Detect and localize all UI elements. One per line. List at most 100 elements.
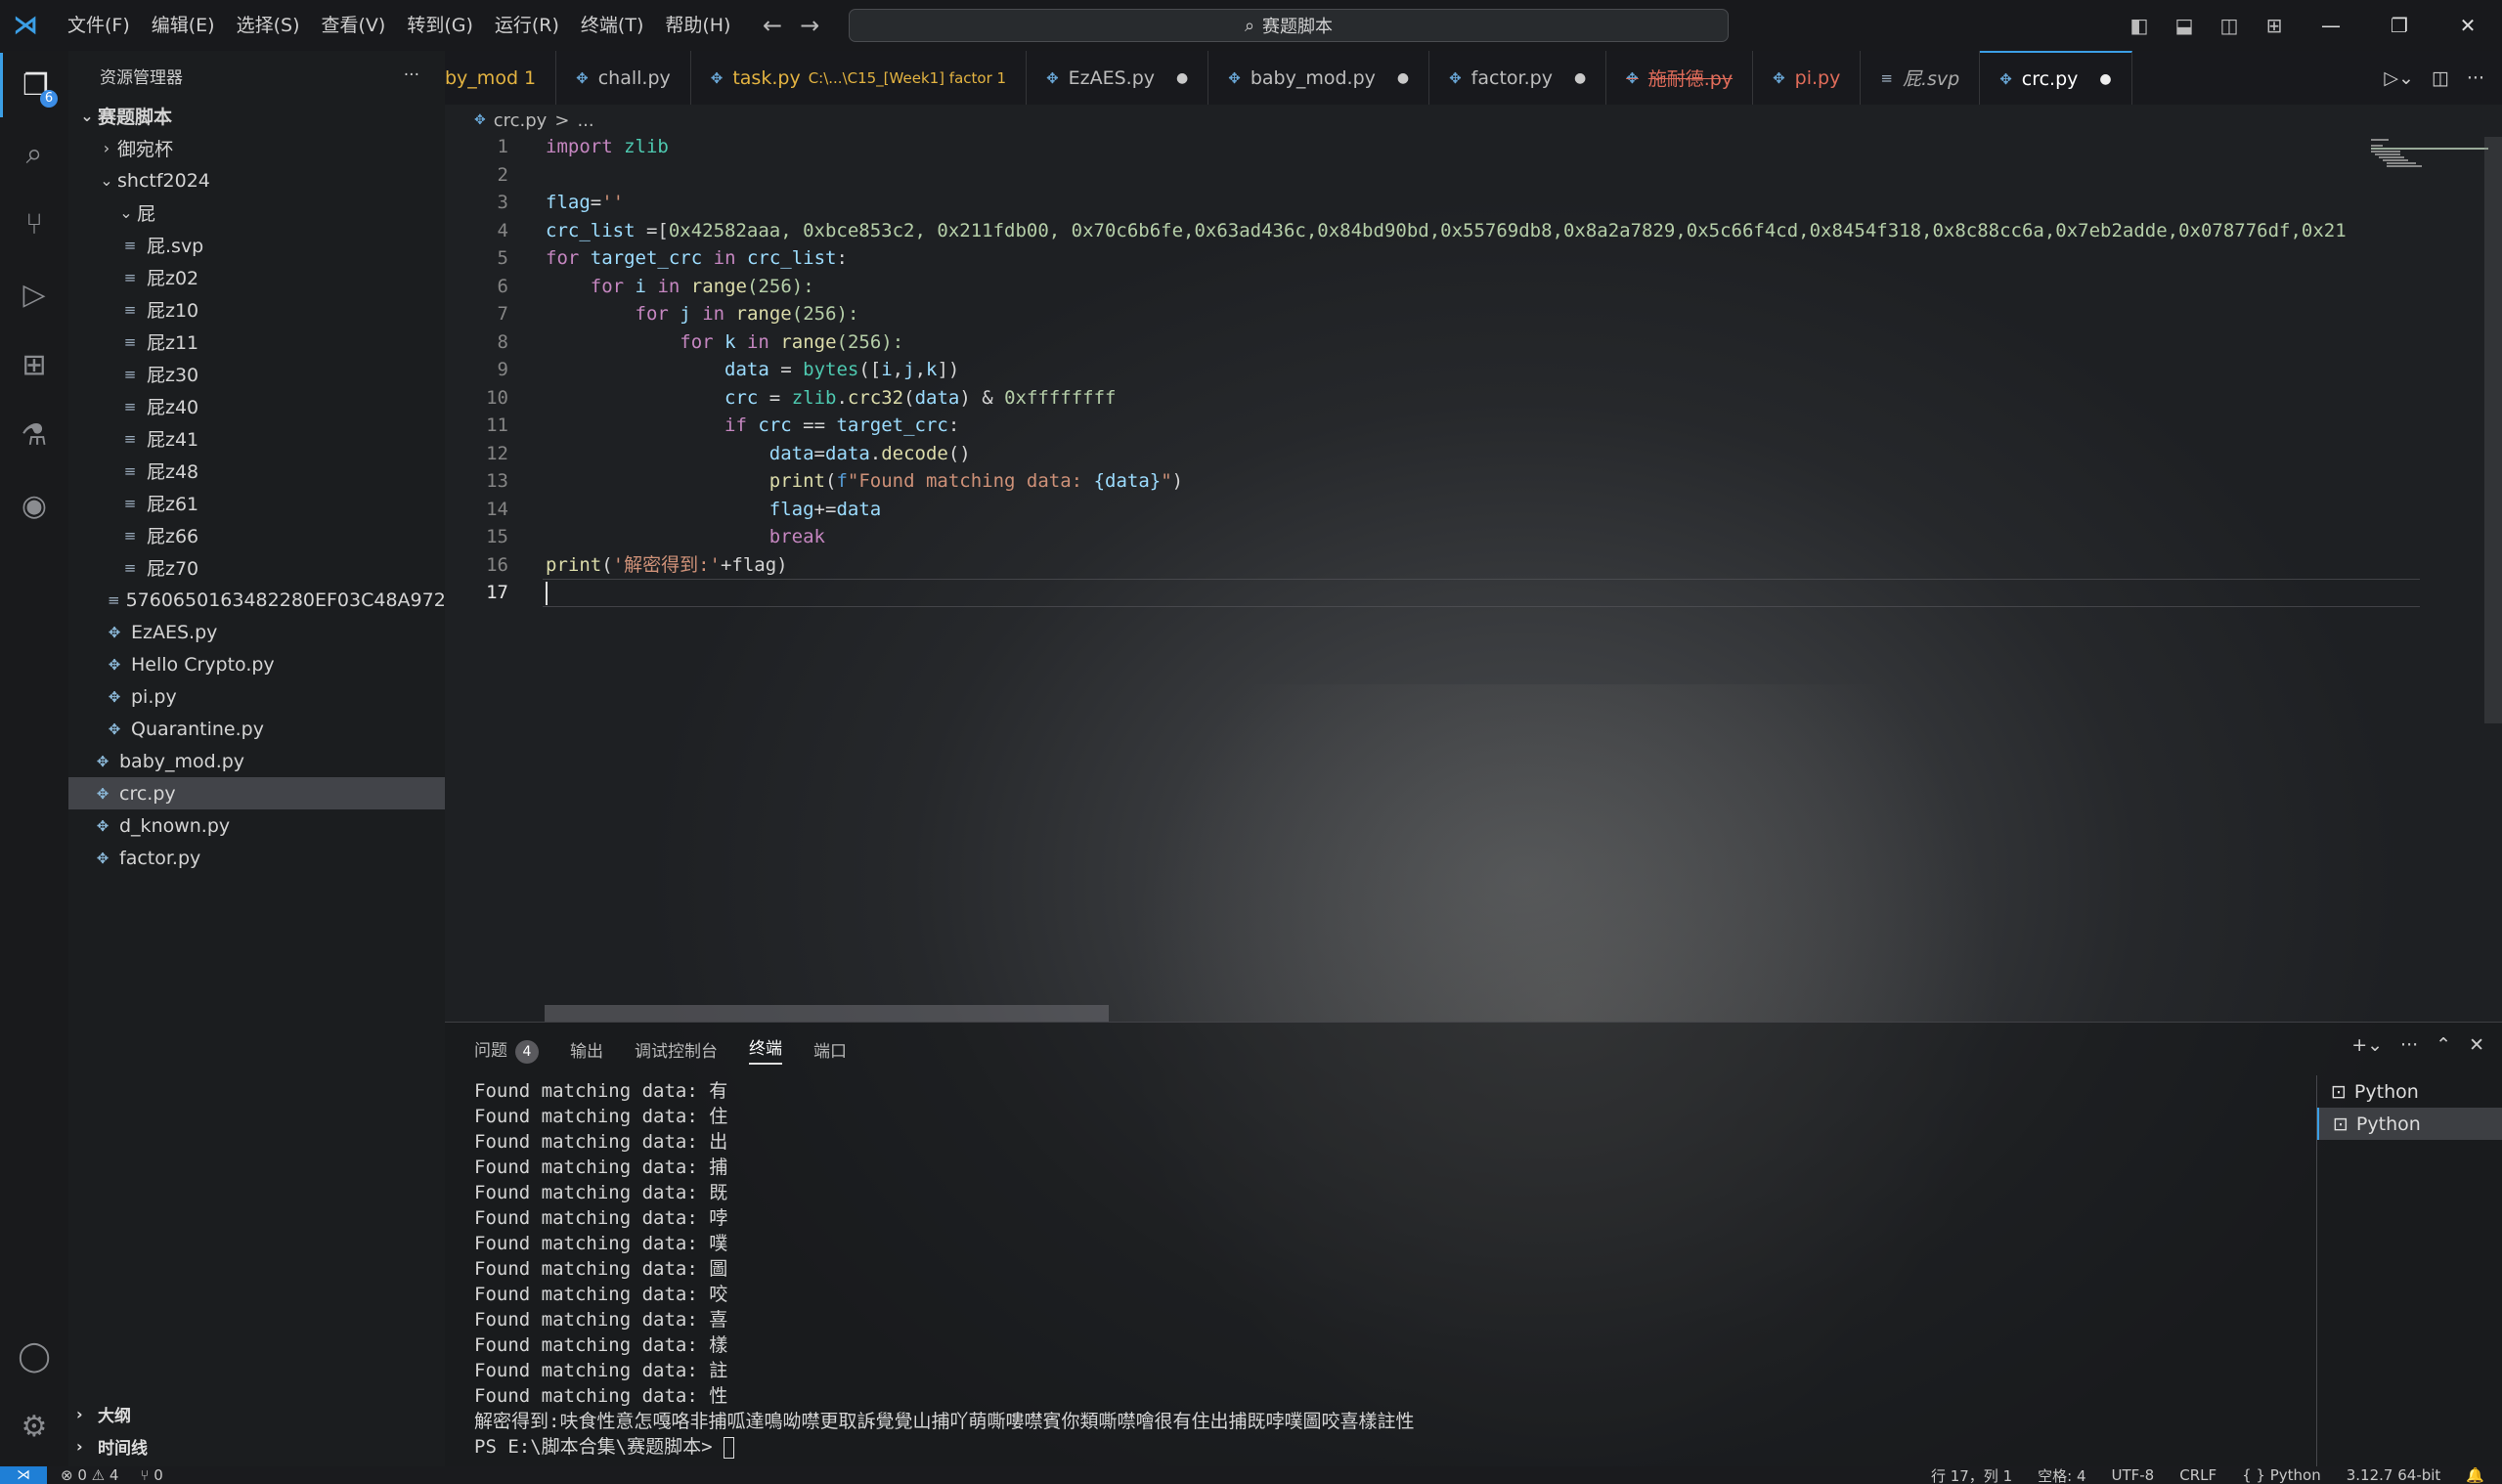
source-control-icon[interactable]: ⑂ <box>0 192 68 256</box>
file-item[interactable]: ✥ pi.py <box>68 680 445 713</box>
menu-terminal[interactable]: 终端(T) <box>570 0 654 51</box>
problems-status[interactable]: ⊗ 0 ⚠ 4 <box>61 1466 118 1484</box>
menu-selection[interactable]: 选择(S) <box>226 0 311 51</box>
menu-help[interactable]: 帮助(H) <box>654 0 741 51</box>
run-debug-icon[interactable]: ▷ <box>0 262 68 327</box>
tab-crc[interactable]: ✥ crc.py ● <box>1980 51 2132 105</box>
terminal-output[interactable]: Found matching data: 有 Found matching da… <box>474 1078 1414 1460</box>
end-of-line[interactable]: CRLF <box>2179 1466 2217 1484</box>
restore-icon[interactable]: ❐ <box>2365 14 2434 37</box>
file-item[interactable]: ✥ Quarantine.py <box>68 713 445 745</box>
text-file-icon: ≡ <box>123 268 137 286</box>
back-arrow-icon[interactable]: ← <box>763 12 782 39</box>
account-icon[interactable]: ◯ <box>0 1324 68 1388</box>
notifications-bell-icon[interactable]: 🔔 <box>2466 1466 2484 1484</box>
unsaved-dot-icon[interactable]: ● <box>1176 70 1188 86</box>
tab-task[interactable]: ✥ task.py C:\...\C15_[Week1] factor 1 <box>691 51 1028 105</box>
cursor-position[interactable]: 行 17，列 1 <box>1931 1465 2012 1484</box>
file-item[interactable]: ≡ 屁z48 <box>68 455 445 487</box>
indentation[interactable]: 空格: 4 <box>2038 1465 2085 1484</box>
file-item[interactable]: ≡ 屁z40 <box>68 390 445 422</box>
folder-root[interactable]: ⌄ 赛题脚本 <box>68 100 445 132</box>
unsaved-dot-icon[interactable]: ● <box>2099 71 2111 87</box>
close-window-icon[interactable]: ✕ <box>2434 14 2502 37</box>
minimize-icon[interactable]: — <box>2297 14 2365 37</box>
forward-arrow-icon[interactable]: → <box>800 12 819 39</box>
search-view-icon[interactable]: ⌕ <box>0 121 68 186</box>
breadcrumb-file[interactable]: crc.py <box>494 110 548 131</box>
file-item[interactable]: ≡ 屁z11 <box>68 326 445 358</box>
close-panel-icon[interactable]: ✕ <box>2469 1034 2484 1056</box>
file-item[interactable]: ≡ 屁.svp <box>68 229 445 261</box>
file-item[interactable]: ✥ d_known.py <box>68 809 445 842</box>
remote-indicator-icon[interactable]: ⋊ <box>0 1466 47 1484</box>
unsaved-dot-icon[interactable]: ● <box>1574 70 1586 86</box>
horizontal-scrollbar[interactable] <box>545 1005 1109 1022</box>
tab-chall[interactable]: ✥ chall.py <box>556 51 691 105</box>
more-actions-icon[interactable]: ··· <box>2400 1034 2418 1056</box>
vertical-scrollbar[interactable] <box>2484 137 2502 723</box>
file-item[interactable]: ≡ 屁z02 <box>68 261 445 293</box>
file-item-selected[interactable]: ✥ crc.py <box>68 777 445 809</box>
ports-status[interactable]: ⑂ 0 <box>140 1466 162 1484</box>
file-item[interactable]: ≡ 屁z10 <box>68 293 445 326</box>
menu-run[interactable]: 运行(R) <box>484 0 570 51</box>
tab-problems[interactable]: 问题 4 <box>474 1036 539 1064</box>
menu-view[interactable]: 查看(V) <box>311 0 397 51</box>
tab-ports[interactable]: 端口 <box>813 1037 847 1062</box>
tab-ezaes[interactable]: ✥ EzAES.py ● <box>1027 51 1209 105</box>
file-item[interactable]: ✥ Hello Crypto.py <box>68 648 445 680</box>
tab-factor[interactable]: ✥ factor.py ● <box>1429 51 1607 105</box>
file-item[interactable]: ≡ 屁z30 <box>68 358 445 390</box>
explorer-icon[interactable]: ❐ 6 <box>0 53 68 117</box>
tab-deleted-file[interactable]: ✥ 施耐德.py <box>1606 51 1754 105</box>
tab-terminal[interactable]: 终端 <box>749 1034 782 1065</box>
menu-go[interactable]: 转到(G) <box>396 0 484 51</box>
file-item[interactable]: ✥ baby_mod.py <box>68 745 445 777</box>
tab-baby-mod[interactable]: ✥ baby_mod.py ● <box>1208 51 1430 105</box>
more-actions-icon[interactable]: ··· <box>404 65 419 85</box>
toggle-sidebar-icon[interactable]: ◧ <box>2117 14 2162 37</box>
menu-edit[interactable]: 编辑(E) <box>141 0 226 51</box>
tab-debug-console[interactable]: 调试控制台 <box>635 1037 718 1062</box>
python-interpreter[interactable]: 3.12.7 64-bit <box>2347 1466 2441 1484</box>
extensions-icon[interactable]: ⊞ <box>0 332 68 397</box>
terminal-instance-active[interactable]: ⊡ Python <box>2317 1108 2502 1140</box>
run-file-icon[interactable]: ▷⌄ <box>2384 67 2414 89</box>
more-actions-icon[interactable]: ··· <box>2467 67 2484 89</box>
menu-file[interactable]: 文件(F) <box>57 0 141 51</box>
breadcrumb-symbol[interactable]: ... <box>577 110 593 131</box>
testing-icon[interactable]: ⚗ <box>0 403 68 467</box>
split-editor-icon[interactable]: ◫ <box>2432 67 2449 89</box>
tab-pi-svp[interactable]: ≡ 屁.svp <box>1861 51 1981 105</box>
folder-yuwan[interactable]: › 御宛杯 <box>68 132 445 164</box>
settings-gear-icon[interactable]: ⚙ <box>0 1394 68 1459</box>
toggle-secondary-sidebar-icon[interactable]: ◫ <box>2207 14 2252 37</box>
terminal-instance[interactable]: ⊡ Python <box>2317 1075 2502 1108</box>
tab-by-mod[interactable]: by_mod 1 <box>445 51 557 105</box>
code-editor[interactable]: 1 import zlib 2 3 flag='' 4 crc_list =[0x42… <box>445 133 2439 1013</box>
folder-shctf2024[interactable]: ⌄ shctf2024 <box>68 164 445 196</box>
unsaved-dot-icon[interactable]: ● <box>1397 70 1409 86</box>
customize-layout-icon[interactable]: ⊞ <box>2252 14 2297 37</box>
timeline-section[interactable]: › 时间线 <box>68 1430 445 1462</box>
language-mode[interactable]: { } Python <box>2242 1466 2321 1484</box>
tab-pi[interactable]: ✥ pi.py <box>1753 51 1862 105</box>
outline-section[interactable]: › 大纲 <box>68 1398 445 1430</box>
minimap[interactable] <box>2371 137 2488 176</box>
new-terminal-icon[interactable]: +⌄ <box>2351 1034 2383 1056</box>
file-item[interactable]: ≡ 屁z66 <box>68 519 445 551</box>
file-item[interactable]: ≡ 屁z61 <box>68 487 445 519</box>
file-item[interactable]: ≡ 5760650163482280EF03C48A9727... <box>68 584 445 616</box>
maximize-panel-icon[interactable]: ⌃ <box>2436 1034 2451 1056</box>
encoding[interactable]: UTF-8 <box>2112 1466 2155 1484</box>
file-item[interactable]: ✥ factor.py <box>68 842 445 874</box>
tab-output[interactable]: 输出 <box>570 1037 603 1062</box>
folder-pi[interactable]: ⌄ 屁 <box>68 196 445 229</box>
file-item[interactable]: ✥ EzAES.py <box>68 616 445 648</box>
copilot-icon[interactable]: ◉ <box>0 473 68 538</box>
file-item[interactable]: ≡ 屁z70 <box>68 551 445 584</box>
command-center-search[interactable]: ⌕ 赛题脚本 <box>849 9 1729 42</box>
toggle-panel-icon[interactable]: ⬓ <box>2162 14 2207 37</box>
file-item[interactable]: ≡ 屁z41 <box>68 422 445 455</box>
